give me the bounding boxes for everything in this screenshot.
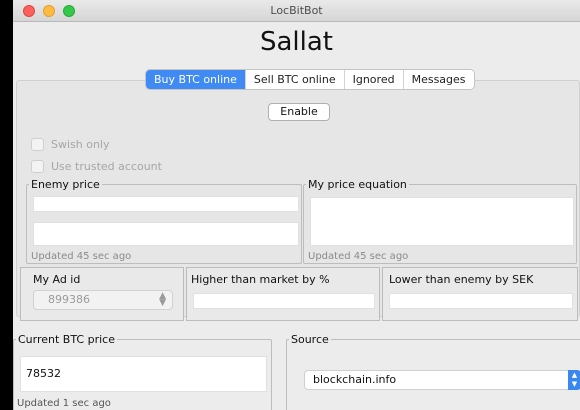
source-legend: Source xyxy=(291,333,329,346)
app-name-heading: Sallat xyxy=(259,27,333,57)
enemy-price-legend: Enemy price xyxy=(31,178,100,191)
tab-bar: Buy BTC online Sell BTC online Ignored M… xyxy=(146,70,474,89)
higher-than-market-label: Higher than market by % xyxy=(191,273,330,286)
tab-buy-btc-online[interactable]: Buy BTC online xyxy=(146,70,246,89)
lower-than-enemy-label: Lower than enemy by SEK xyxy=(389,273,534,286)
window-title: LocBitBot xyxy=(270,4,323,17)
enemy-price-field-1[interactable] xyxy=(33,196,299,212)
chevron-up-down-icon[interactable]: ▲ ▼ xyxy=(159,292,166,308)
source-select[interactable]: blockchain.info ▲ ▼ xyxy=(304,370,580,390)
app-window: LocBitBot Sallat Buy BTC online Sell BTC… xyxy=(13,0,580,410)
select-arrows-icon[interactable]: ▲ ▼ xyxy=(568,370,580,390)
my-ad-id-spinner[interactable]: 899386 ▲ ▼ xyxy=(33,290,173,310)
current-btc-price-field[interactable]: 78532 xyxy=(20,356,267,392)
my-price-equation-legend: My price equation xyxy=(308,178,407,191)
current-btc-price-legend: Current BTC price xyxy=(18,333,115,346)
my-price-equation-field[interactable] xyxy=(310,197,574,246)
use-trusted-account-checkbox[interactable] xyxy=(31,159,44,173)
source-selected-value: blockchain.info xyxy=(313,373,397,386)
swish-only-checkbox[interactable] xyxy=(31,137,44,151)
current-btc-price-updated: Updated 1 sec ago xyxy=(17,398,111,409)
enemy-price-updated: Updated 45 sec ago xyxy=(31,251,132,262)
enemy-price-field-2[interactable] xyxy=(33,222,299,246)
swish-only-label: Swish only xyxy=(51,137,110,151)
tab-ignored[interactable]: Ignored xyxy=(344,70,404,89)
higher-than-market-field[interactable] xyxy=(193,293,375,309)
enable-button[interactable]: Enable xyxy=(268,103,330,121)
use-trusted-account-label: Use trusted account xyxy=(51,159,162,173)
my-ad-id-value: 899386 xyxy=(48,293,90,306)
title-bar[interactable]: LocBitBot xyxy=(13,0,580,22)
tab-sell-btc-online[interactable]: Sell BTC online xyxy=(245,70,345,89)
lower-than-enemy-field[interactable] xyxy=(389,293,573,309)
use-trusted-account-checkbox-row[interactable]: Use trusted account xyxy=(31,158,162,174)
my-price-equation-updated: Updated 45 sec ago xyxy=(308,251,409,262)
swish-only-checkbox-row[interactable]: Swish only xyxy=(31,136,110,152)
my-ad-id-label: My Ad id xyxy=(33,273,81,286)
tab-messages[interactable]: Messages xyxy=(403,70,474,89)
